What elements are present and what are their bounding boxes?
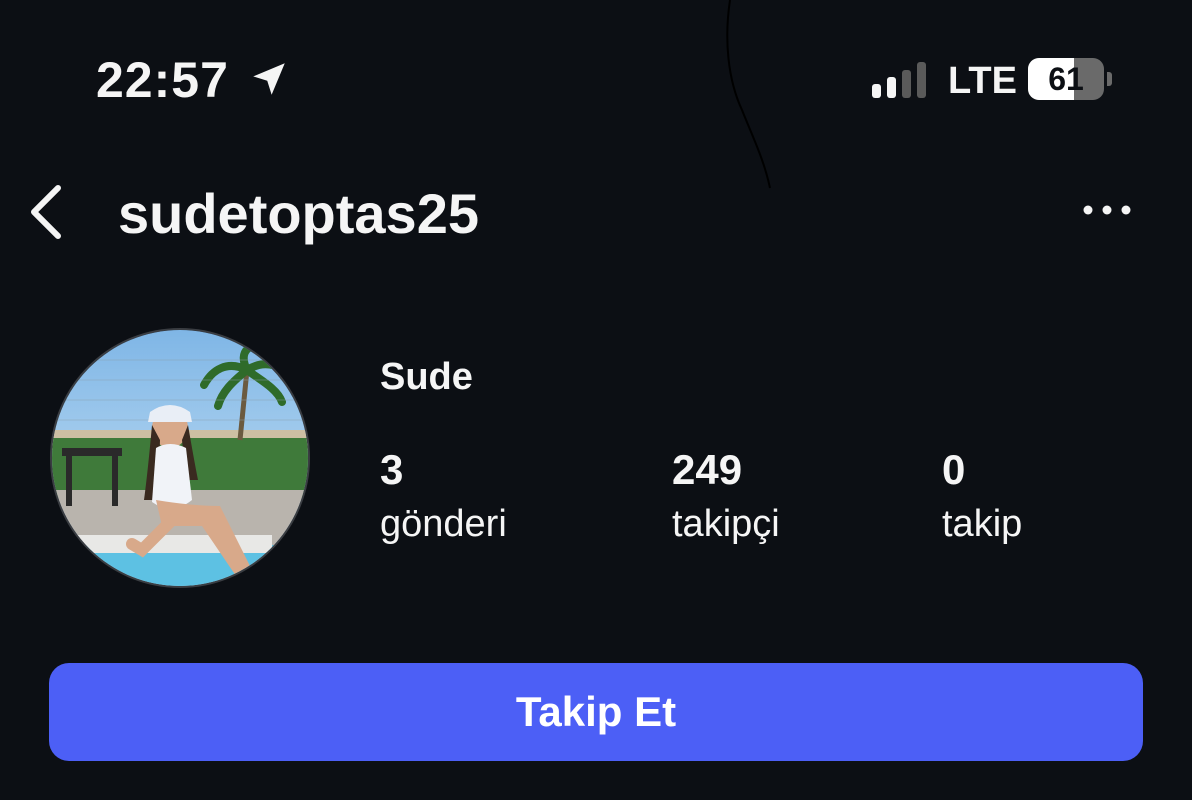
status-time: 22:57 (96, 52, 229, 108)
stat-label: takipçi (672, 503, 780, 545)
stat-label: gönderi (380, 503, 507, 545)
stat-value: 3 (380, 446, 404, 493)
signal-icon (872, 62, 926, 98)
more-horizontal-icon[interactable] (1080, 202, 1134, 218)
profile-display-name: Sude (380, 356, 473, 398)
status-bar: 22:57 LTE 61 (0, 0, 1192, 189)
stat-followers[interactable]: 249 takipçi (672, 446, 780, 548)
battery-body: 61 (1028, 58, 1104, 100)
stat-following[interactable]: 0 takip (942, 446, 1022, 548)
stat-value: 0 (942, 446, 966, 493)
avatar-photo (52, 330, 308, 586)
profile-header: sudetoptas25 (0, 160, 1192, 270)
stat-value: 249 (672, 446, 743, 493)
profile-avatar[interactable] (50, 328, 310, 588)
stat-label: takip (942, 503, 1023, 545)
network-type: LTE (948, 60, 1017, 102)
stat-posts[interactable]: 3 gönderi (380, 446, 507, 548)
follow-button[interactable]: Takip Et (49, 663, 1143, 761)
location-arrow-icon (253, 63, 285, 95)
battery-icon: 61 (1028, 58, 1114, 100)
chevron-left-icon[interactable] (22, 182, 70, 242)
battery-level: 61 (1048, 61, 1084, 97)
battery-nub (1107, 72, 1112, 86)
profile-username: sudetoptas25 (118, 182, 479, 245)
